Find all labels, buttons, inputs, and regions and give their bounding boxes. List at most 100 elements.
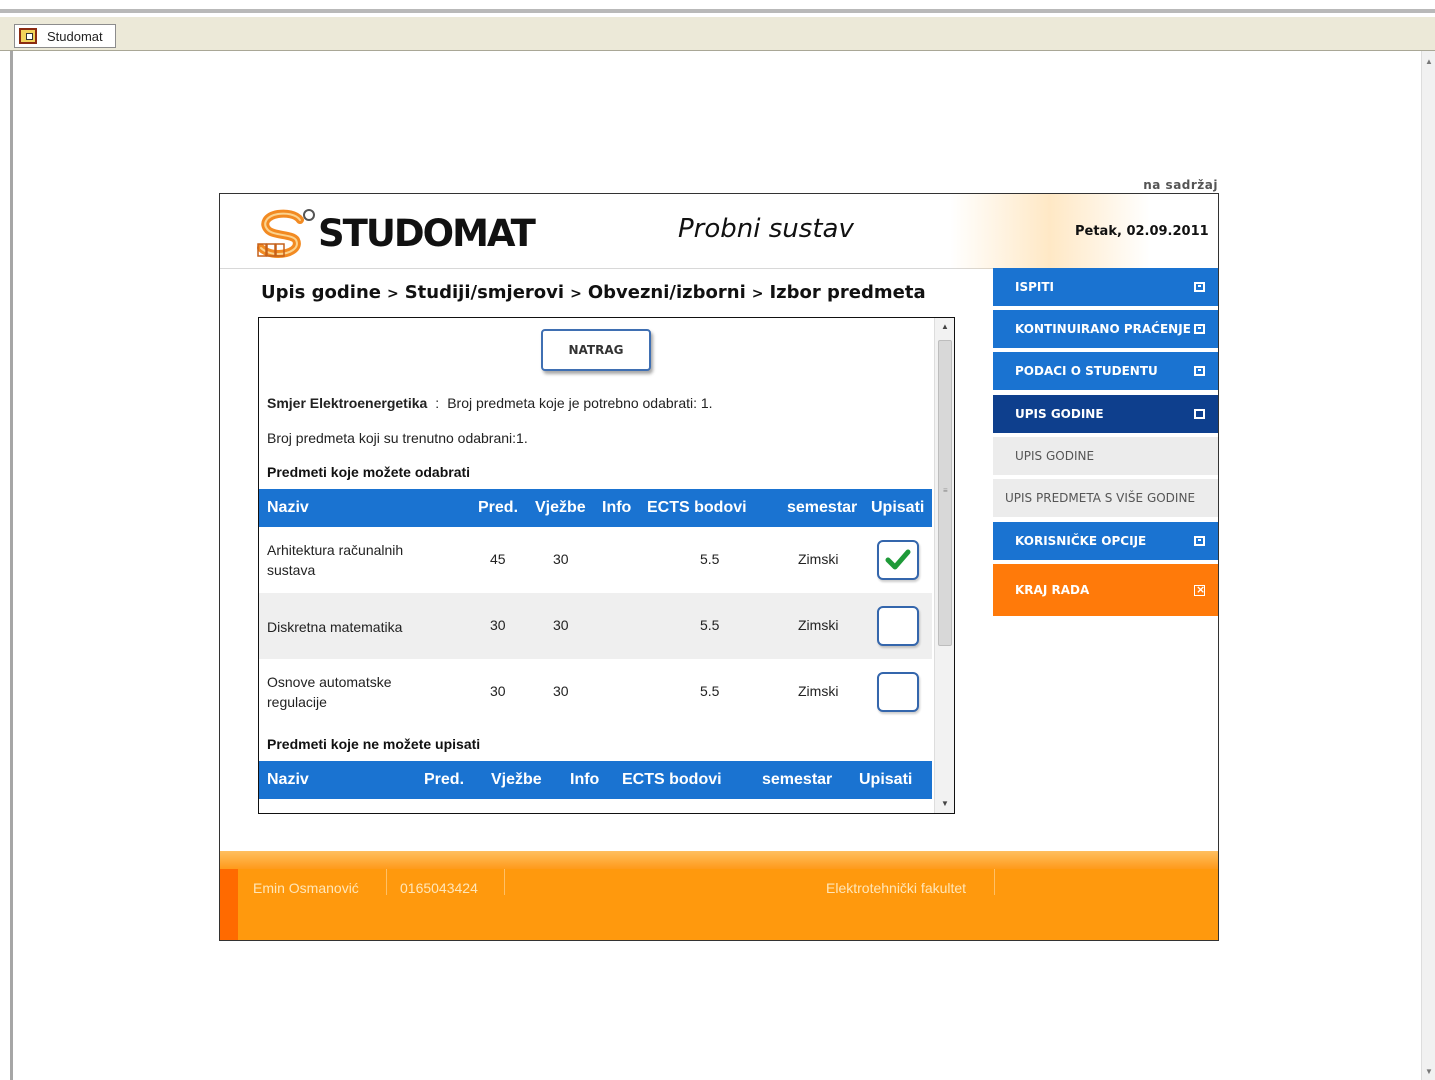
footer-gradient <box>220 851 1218 869</box>
course-exercises: 30 <box>553 683 569 699</box>
nav-item-label: KONTINUIRANO PRAĆENJE <box>1015 322 1191 336</box>
breadcrumb-separator: > <box>751 286 764 302</box>
dropdown-icon <box>1194 366 1205 376</box>
breadcrumb-item[interactable]: Studiji/smjerovi <box>405 282 564 303</box>
table-row: Arhitektura računalnih sustava 45 30 5.5 … <box>259 527 932 593</box>
current-date: Petak, 02.09.2011 <box>1075 224 1209 239</box>
scroll-down-icon[interactable]: ▼ <box>1425 1067 1433 1076</box>
course-ects: 5.5 <box>700 683 720 699</box>
course-semester: Zimski <box>798 551 839 567</box>
scroll-up-icon[interactable]: ▲ <box>935 318 954 336</box>
nav-item-label: KRAJ RADA <box>1015 583 1090 597</box>
course-name: Diskretna matematika <box>267 619 403 635</box>
system-title: Probni sustav <box>678 214 854 244</box>
dropdown-icon <box>1194 324 1205 334</box>
enroll-checkbox[interactable] <box>877 540 919 580</box>
scroll-up-icon[interactable]: ▲ <box>1425 57 1433 66</box>
selected-count-text: Broj predmeta koji su trenutno odabrani:… <box>267 430 528 446</box>
course-name-line: Arhitektura računalnih <box>267 542 404 558</box>
logo-text: STUDOMAT <box>318 212 536 255</box>
direction-label: Smjer Elektroenergetika <box>267 395 428 411</box>
unavailable-courses-title: Predmeti koje ne možete upisati <box>267 736 481 752</box>
col-exercises: Vježbe <box>491 771 542 788</box>
logo-s-icon <box>257 209 315 259</box>
panel-scrollbar[interactable]: ▲ ≡ ▼ <box>934 318 954 813</box>
collapse-icon <box>1194 409 1205 419</box>
nav-item-label: UPIS GODINE <box>1015 407 1104 421</box>
nav-item-korisnicke-opcije[interactable]: KORISNIČKE OPCIJE <box>993 522 1218 562</box>
course-name: Osnove automatske regulacije <box>267 672 392 712</box>
nav-item-kontinuirano-pracenje[interactable]: KONTINUIRANO PRAĆENJE <box>993 310 1218 350</box>
studomat-frame: STUDOMAT Probni sustav Petak, 02.09.2011… <box>219 193 1219 941</box>
col-lectures: Pred. <box>478 499 519 516</box>
col-ects: ECTS bodovi <box>647 499 747 516</box>
col-semester: semestar <box>787 499 858 516</box>
breadcrumb-item-current: Izbor predmeta <box>769 282 926 303</box>
course-name-line: sustava <box>267 562 316 578</box>
available-table-header: Naziv Pred. Vježbe Info ECTS bodovi seme… <box>259 489 932 527</box>
window-icon <box>19 28 37 44</box>
col-exercises: Vježbe <box>535 499 586 516</box>
skip-to-content-link[interactable]: na sadržaj <box>1120 178 1218 192</box>
header: STUDOMAT Probni sustav Petak, 02.09.2011 <box>220 194 1218 269</box>
required-count-text: Broj predmeta koje je potrebno odabrati:… <box>447 395 713 411</box>
breadcrumb-separator: > <box>570 286 582 302</box>
dropdown-icon <box>1194 536 1205 546</box>
faculty-name: Elektrotehnički fakultet <box>826 880 967 896</box>
unavailable-table-header: Naziv Pred. Vježbe Info ECTS bodovi seme… <box>259 761 932 799</box>
col-semester: semestar <box>762 771 833 788</box>
col-info: Info <box>570 771 600 788</box>
course-semester: Zimski <box>798 683 839 699</box>
nav-item-podaci-o-studentu[interactable]: PODACI O STUDENTU <box>993 352 1218 392</box>
nav-item-upis-godine[interactable]: UPIS GODINE <box>993 395 1218 435</box>
taskbar-window-label: Studomat <box>47 28 103 44</box>
course-name: Arhitektura računalnih sustava <box>267 540 403 580</box>
course-lectures: 45 <box>490 551 506 567</box>
footer-accent <box>220 869 238 940</box>
breadcrumb-item[interactable]: Upis godine <box>261 282 381 303</box>
col-enroll: Upisati <box>859 771 913 788</box>
scroll-down-icon[interactable]: ▼ <box>935 795 954 813</box>
breadcrumb-separator: > <box>386 286 399 302</box>
course-ects: 5.5 <box>700 617 720 633</box>
course-name-line: regulacije <box>267 694 327 710</box>
course-lectures: 30 <box>490 617 506 633</box>
direction-info: Smjer Elektroenergetika: Broj predmeta ko… <box>267 395 713 411</box>
enroll-checkbox[interactable] <box>877 606 919 646</box>
course-exercises: 30 <box>553 551 569 567</box>
col-enroll: Upisati <box>871 499 925 516</box>
enroll-checkbox[interactable] <box>877 672 919 712</box>
scrollbar-thumb[interactable]: ≡ <box>938 340 952 646</box>
footer-divider <box>386 869 387 895</box>
course-ects: 5.5 <box>700 551 720 567</box>
student-id: 0165043424 <box>400 880 478 896</box>
nav-item-label: PODACI O STUDENTU <box>1015 364 1158 378</box>
footer-divider <box>504 869 505 895</box>
nav-item-kraj-rada[interactable]: KRAJ RADA <box>993 564 1218 616</box>
window-top-edge <box>0 0 1435 13</box>
studomat-logo: STUDOMAT <box>256 208 536 260</box>
check-icon <box>885 549 911 570</box>
back-button[interactable]: NATRAG <box>541 329 651 371</box>
breadcrumb-item[interactable]: Obvezni/izborni <box>588 282 746 303</box>
footer: Emin Osmanović 0165043424 Elektrotehničk… <box>220 869 1218 940</box>
nav-item-ispiti[interactable]: ISPITI <box>993 268 1218 308</box>
student-name: Emin Osmanović <box>253 880 359 896</box>
course-selection-panel: NATRAG Smjer Elektroenergetika: Broj pred… <box>258 317 955 814</box>
course-lectures: 30 <box>490 683 506 699</box>
direction-separator: : <box>435 395 440 411</box>
nav-subitem-upis-godine[interactable]: UPIS GODINE <box>993 437 1218 477</box>
nav-item-label: UPIS PREDMETA S VIŠE GODINE <box>1005 491 1196 505</box>
nav-item-label: KORISNIČKE OPCIJE <box>1015 534 1147 548</box>
dropdown-icon <box>1194 282 1205 292</box>
taskbar-window-button[interactable]: Studomat <box>14 24 116 48</box>
left-frame-border <box>10 51 13 1080</box>
grip-icon: ≡ <box>943 486 948 495</box>
available-courses-title: Predmeti koje možete odabrati <box>267 464 471 480</box>
breadcrumb: Upis godine > Studiji/smjerovi > Obvezni/izb… <box>261 282 926 303</box>
footer-divider <box>994 869 995 895</box>
course-name-line: Osnove automatske <box>267 674 392 690</box>
page-scrollbar[interactable]: ▲ ▼ <box>1421 51 1435 1080</box>
close-box-icon <box>1194 583 1205 596</box>
nav-subitem-upis-predmeta[interactable]: UPIS PREDMETA S VIŠE GODINE <box>993 479 1218 519</box>
